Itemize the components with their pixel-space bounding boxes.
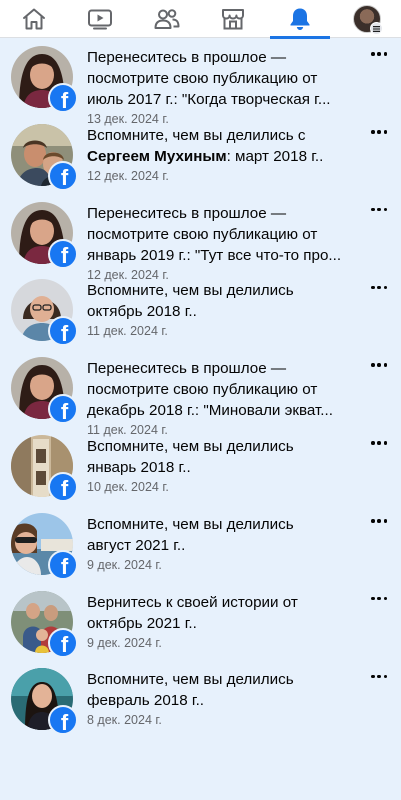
notification-avatar: f bbox=[11, 123, 78, 191]
notification-item[interactable]: f Вспомните, чем вы делились февраль 201… bbox=[0, 661, 401, 739]
notification-text: Вспомните, чем вы делились октябрь 2018 … bbox=[87, 282, 294, 321]
notification-avatar: f bbox=[11, 668, 78, 736]
more-options-icon[interactable] bbox=[371, 439, 387, 447]
tab-video[interactable] bbox=[70, 0, 130, 38]
notification-item[interactable]: f Перенеситесь в прошлое — посмотрите св… bbox=[0, 350, 401, 437]
more-options-icon[interactable] bbox=[371, 361, 387, 369]
notification-avatar: f bbox=[11, 201, 78, 269]
notification-timestamp: 12 дек. 2024 г. bbox=[87, 168, 169, 183]
more-options-icon[interactable] bbox=[371, 672, 387, 680]
notification-text: Вспомните, чем вы делились февраль 2018 … bbox=[87, 671, 294, 710]
tab-marketplace[interactable] bbox=[203, 0, 263, 38]
home-icon bbox=[23, 8, 45, 30]
notification-text: Вспомните, чем вы делились август 2021 г… bbox=[87, 515, 294, 554]
facebook-badge-icon: f bbox=[48, 705, 78, 736]
tab-notifications[interactable] bbox=[270, 0, 330, 39]
facebook-badge-icon: f bbox=[48, 316, 78, 347]
tab-home[interactable] bbox=[4, 0, 64, 38]
notification-avatar: f bbox=[11, 590, 78, 658]
notification-content: Вернитесь к своей истории от октябрь 202… bbox=[87, 592, 372, 652]
friends-icon bbox=[154, 9, 180, 29]
notification-item[interactable]: f Перенеситесь в прошлое — посмотрите св… bbox=[0, 39, 401, 126]
facebook-badge-icon: f bbox=[48, 627, 78, 658]
notification-item[interactable]: f Вспомните, чем вы делились с Сергеем М… bbox=[0, 117, 401, 195]
notification-text: Перенеситесь в прошлое — посмотрите свою… bbox=[87, 49, 331, 108]
notification-avatar: f bbox=[11, 512, 78, 580]
more-options-icon[interactable] bbox=[371, 517, 387, 525]
notification-content: Вспомните, чем вы делились январь 2018 г… bbox=[87, 436, 372, 496]
notification-item[interactable]: f Перенеситесь в прошлое — посмотрите св… bbox=[0, 195, 401, 282]
notification-timestamp: 9 дек. 2024 г. bbox=[87, 635, 162, 650]
notification-content: Вспомните, чем вы делились с Сергеем Мух… bbox=[87, 125, 372, 185]
notification-text: Перенеситесь в прошлое — посмотрите свою… bbox=[87, 360, 333, 420]
tab-friends[interactable] bbox=[137, 0, 197, 38]
notification-text: Вспомните, чем вы делились январь 2018 г… bbox=[87, 437, 294, 476]
menu-icon bbox=[370, 22, 383, 35]
notification-item[interactable]: f Вспомните, чем вы делились январь 2018… bbox=[0, 428, 401, 506]
more-options-icon[interactable] bbox=[371, 283, 387, 291]
notification-avatar: f bbox=[11, 357, 78, 425]
facebook-badge-icon: f bbox=[48, 394, 78, 425]
notification-avatar: f bbox=[11, 434, 78, 502]
tab-profile-menu[interactable] bbox=[337, 0, 397, 38]
notification-timestamp: 11 дек. 2024 г. bbox=[87, 324, 168, 339]
bell-icon bbox=[290, 8, 310, 30]
notification-content: Вспомните, чем вы делились февраль 2018 … bbox=[87, 669, 372, 729]
notification-avatar: f bbox=[11, 46, 78, 113]
notification-timestamp: 9 дек. 2024 г. bbox=[87, 557, 162, 572]
more-options-icon[interactable] bbox=[371, 206, 387, 214]
notification-timestamp: 8 дек. 2024 г. bbox=[87, 713, 162, 728]
profile-avatar bbox=[353, 5, 383, 35]
more-options-icon[interactable] bbox=[371, 595, 387, 603]
notification-text: Вернитесь к своей истории от октябрь 202… bbox=[87, 593, 298, 632]
notification-avatar: f bbox=[11, 279, 78, 347]
facebook-badge-icon: f bbox=[48, 238, 78, 269]
facebook-badge-icon: f bbox=[48, 83, 78, 113]
notification-item[interactable]: f Вспомните, чем вы делились октябрь 201… bbox=[0, 272, 401, 350]
marketplace-icon bbox=[222, 9, 244, 30]
notification-timestamp: 10 дек. 2024 г. bbox=[87, 479, 169, 494]
notification-content: Вспомните, чем вы делились август 2021 г… bbox=[87, 514, 372, 574]
tagged-person-name: Сергеем Мухиным bbox=[87, 147, 227, 165]
video-icon bbox=[88, 9, 112, 30]
facebook-badge-icon: f bbox=[48, 549, 78, 580]
notifications-list: f Перенеситесь в прошлое — посмотрите св… bbox=[0, 39, 401, 739]
notification-text: Вспомните, чем вы делились с Сергеем Мух… bbox=[87, 126, 324, 165]
notification-item[interactable]: f Вспомните, чем вы делились август 2021… bbox=[0, 506, 401, 584]
notification-content: Вспомните, чем вы делились октябрь 2018 … bbox=[87, 280, 372, 340]
notification-item[interactable]: f Вернитесь к своей истории от октябрь 2… bbox=[0, 584, 401, 662]
more-options-icon[interactable] bbox=[371, 50, 387, 58]
facebook-badge-icon: f bbox=[48, 471, 78, 502]
facebook-badge-icon: f bbox=[48, 160, 78, 191]
more-options-icon[interactable] bbox=[371, 128, 387, 136]
top-navigation-bar bbox=[0, 0, 401, 39]
notification-text: Перенеситесь в прошлое — посмотрите свою… bbox=[87, 204, 342, 264]
